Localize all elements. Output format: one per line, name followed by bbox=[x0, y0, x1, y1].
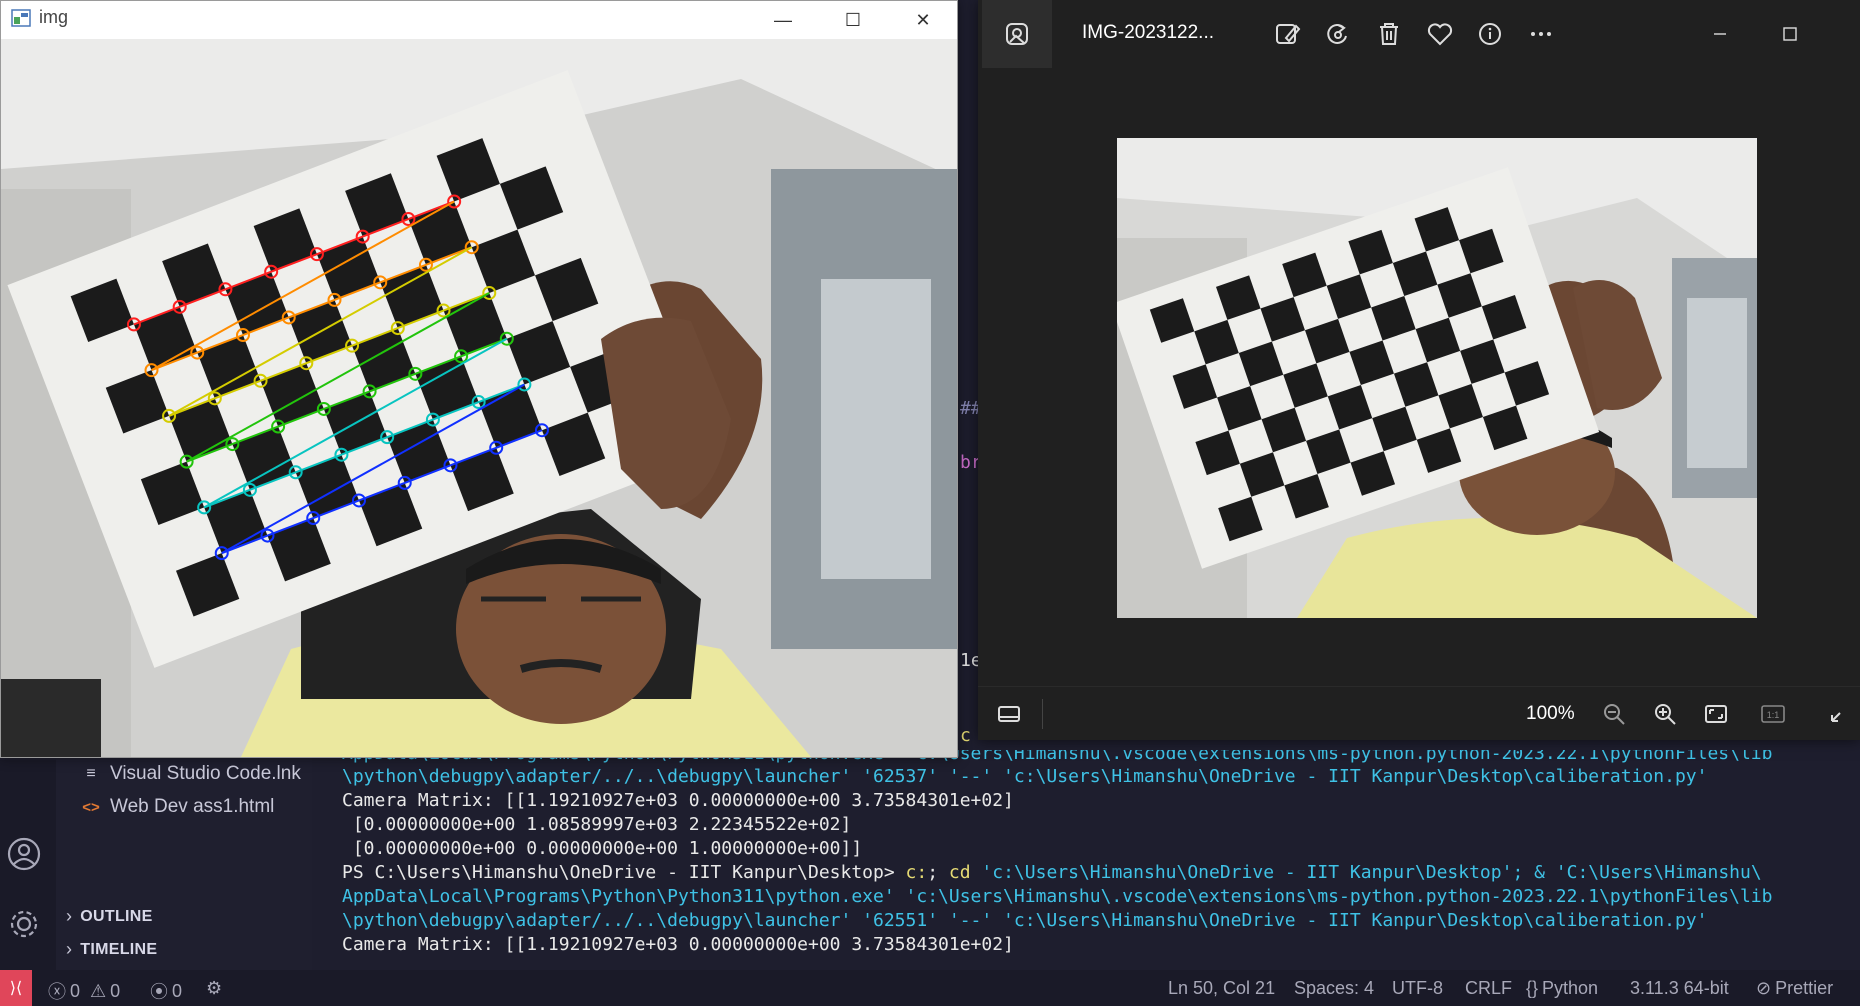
delete-icon[interactable] bbox=[1369, 14, 1409, 54]
zoom-in-icon[interactable] bbox=[1646, 695, 1684, 733]
editor-peek: ## br 1e c bbox=[958, 380, 982, 760]
img-titlebar[interactable]: img — ☐ ✕ bbox=[1, 1, 957, 39]
html-file-icon: <> bbox=[82, 798, 100, 816]
file-name: Visual Studio Code.lnk bbox=[110, 763, 301, 784]
photos-toolbar: IMG-2023122... bbox=[978, 0, 1860, 68]
file-name: Web Dev ass1.html bbox=[110, 796, 275, 817]
explorer-panel: ≡ Visual Studio Code.lnk <> Web Dev ass1… bbox=[56, 755, 312, 970]
language-mode[interactable]: {} Python bbox=[1526, 978, 1598, 999]
indentation[interactable]: Spaces: 4 bbox=[1294, 978, 1374, 999]
gear-icon[interactable] bbox=[4, 904, 44, 944]
favorite-icon[interactable] bbox=[1420, 14, 1460, 54]
problems-indicator[interactable]: ⓧ 0 ⚠ 0 bbox=[48, 978, 120, 1004]
minimize-button[interactable]: — bbox=[753, 1, 813, 39]
filmstrip-icon[interactable] bbox=[990, 695, 1028, 733]
info-icon[interactable] bbox=[1470, 14, 1510, 54]
interpreter[interactable]: 3.11.3 64-bit bbox=[1630, 978, 1729, 999]
timeline-section[interactable]: › TIMELINE bbox=[66, 939, 157, 960]
terminal-panel[interactable]: AppData\Local\Programs\Python\Python311\… bbox=[312, 750, 1860, 970]
account-icon[interactable] bbox=[4, 834, 44, 874]
cursor-position[interactable]: Ln 50, Col 21 bbox=[1168, 978, 1275, 999]
terminal-line: AppData\Local\Programs\Python\Python311\… bbox=[342, 886, 1773, 907]
window-app-icon bbox=[11, 9, 31, 27]
photos-viewer-window: IMG-2023122... 100% 1:1 bbox=[978, 0, 1860, 740]
image-app-icon[interactable] bbox=[982, 0, 1052, 68]
run-debug-icon[interactable]: ⚙ bbox=[206, 978, 222, 999]
terminal-line: \python\debugpy\adapter/../..\debugpy\la… bbox=[342, 910, 1708, 931]
terminal-line: \python\debugpy\adapter/../..\debugpy\la… bbox=[342, 766, 1708, 787]
activity-bar bbox=[0, 760, 56, 970]
status-bar: ⟩⟨ ⓧ 0 ⚠ 0 ⦿ 0 ⚙ Ln 50, Col 21 Spaces: 4 UT… bbox=[0, 970, 1860, 1006]
chevron-right-icon: › bbox=[66, 939, 73, 959]
ports-indicator[interactable]: ⦿ 0 bbox=[150, 978, 182, 1004]
outline-section[interactable]: › OUTLINE bbox=[66, 906, 153, 927]
terminal-line: Camera Matrix: [[1.19210927e+03 0.000000… bbox=[342, 790, 1014, 811]
edit-image-icon[interactable] bbox=[1268, 14, 1308, 54]
photo-preview[interactable] bbox=[1117, 138, 1757, 618]
broadcast-icon: ⦿ bbox=[150, 982, 168, 1002]
opencv-image-window: img — ☐ ✕ bbox=[0, 0, 958, 758]
double-check-icon: ⊘ bbox=[1756, 978, 1772, 998]
remote-button[interactable]: ⟩⟨ bbox=[0, 970, 32, 1006]
file-lines-icon: ≡ bbox=[86, 765, 96, 782]
editor-peek-char: c bbox=[960, 725, 971, 746]
fit-to-window-icon[interactable] bbox=[1697, 695, 1735, 733]
more-options-icon[interactable] bbox=[1521, 14, 1561, 54]
braces-icon: {} bbox=[1526, 978, 1539, 998]
rotate-icon[interactable] bbox=[1318, 14, 1358, 54]
maximize-button[interactable]: ☐ bbox=[823, 1, 883, 39]
expand-icon[interactable] bbox=[1820, 695, 1858, 733]
window-title: img bbox=[39, 7, 69, 27]
chevron-right-icon: › bbox=[66, 906, 73, 926]
explorer-file[interactable]: <> Web Dev ass1.html bbox=[82, 796, 274, 818]
desktop: ## br 1e c ≡ Visual Studio Code.lnk <> W… bbox=[0, 0, 1860, 1006]
minimize-button[interactable] bbox=[1700, 14, 1740, 54]
terminal-line: [0.00000000e+00 0.00000000e+00 1.0000000… bbox=[342, 838, 863, 859]
warning-icon: ⚠ bbox=[90, 980, 107, 1001]
actual-size-icon[interactable]: 1:1 bbox=[1754, 695, 1792, 733]
explorer-file[interactable]: ≡ Visual Studio Code.lnk bbox=[82, 763, 301, 785]
close-button[interactable]: ✕ bbox=[893, 1, 953, 39]
zoom-level[interactable]: 100% bbox=[1526, 703, 1575, 725]
error-icon: ⓧ bbox=[48, 982, 66, 1002]
terminal-line: Camera Matrix: [[1.19210927e+03 0.000000… bbox=[342, 934, 1014, 955]
terminal-line: [0.00000000e+00 1.08589997e+03 2.2234552… bbox=[342, 814, 852, 835]
zoom-out-icon[interactable] bbox=[1595, 695, 1633, 733]
file-title: IMG-2023122... bbox=[1082, 22, 1215, 43]
formatter[interactable]: ⊘ Prettier bbox=[1756, 978, 1833, 999]
maximize-button[interactable] bbox=[1770, 14, 1810, 54]
encoding[interactable]: UTF-8 bbox=[1392, 978, 1443, 999]
actual-size-label: 1:1 bbox=[1767, 710, 1780, 720]
calibration-image bbox=[1, 39, 957, 757]
line-ending[interactable]: CRLF bbox=[1465, 978, 1512, 999]
terminal-prompt-line: PS C:\Users\Himanshu\OneDrive - IIT Kanp… bbox=[342, 862, 1762, 883]
photos-bottom-bar: 100% 1:1 bbox=[978, 686, 1860, 740]
toolbar-divider bbox=[1042, 699, 1043, 729]
